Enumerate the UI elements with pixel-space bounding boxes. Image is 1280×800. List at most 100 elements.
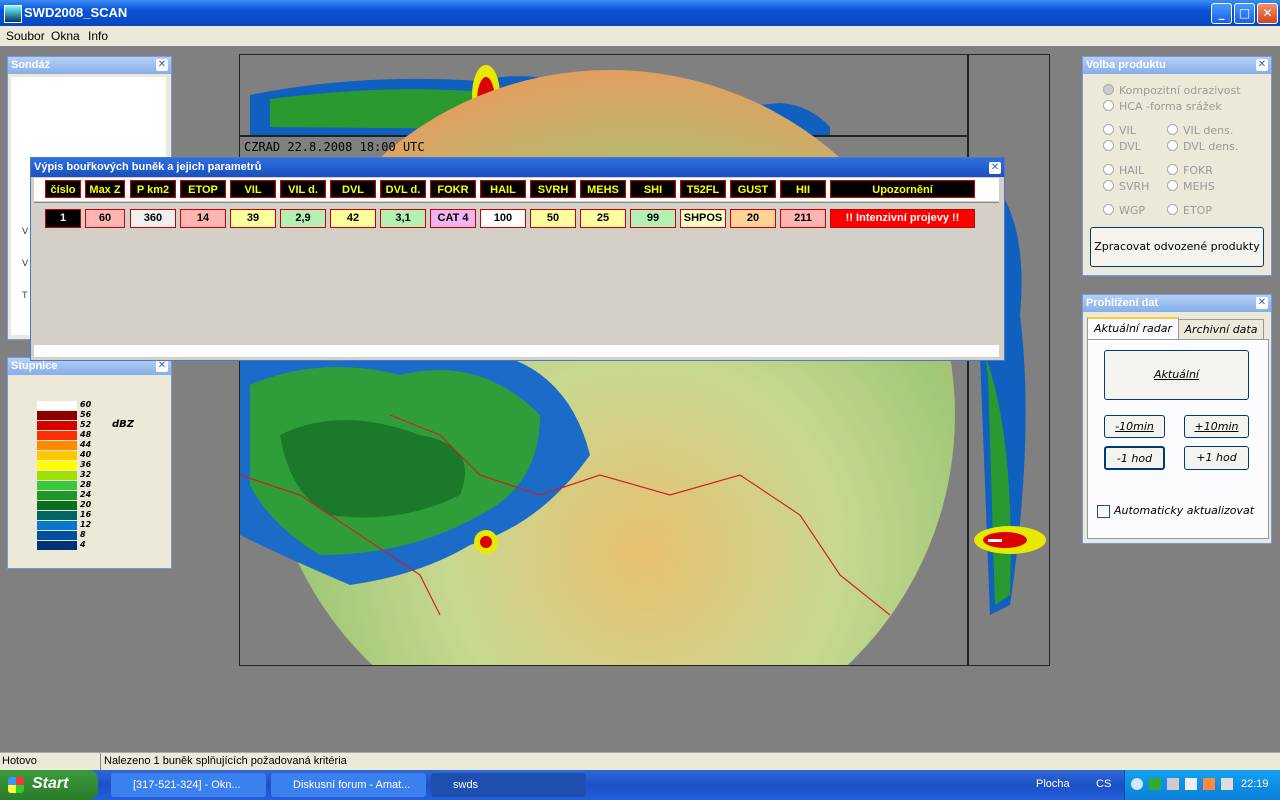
minus-10min-button[interactable]: -10min bbox=[1104, 415, 1165, 438]
radio-fokr[interactable]: FOKR bbox=[1167, 164, 1213, 177]
column-header: HAIL bbox=[480, 180, 526, 198]
language-indicator[interactable]: CS bbox=[1096, 778, 1111, 790]
tray-expand-icon[interactable] bbox=[1131, 778, 1143, 790]
legend-label: 36 bbox=[80, 460, 92, 469]
table-cell: 50 bbox=[530, 209, 576, 228]
legend-swatch bbox=[37, 401, 77, 410]
plus-10min-button[interactable]: +10min bbox=[1184, 415, 1249, 438]
start-button[interactable]: Start bbox=[0, 770, 98, 800]
security-icon[interactable] bbox=[1203, 778, 1215, 790]
radio-etop[interactable]: ETOP bbox=[1167, 204, 1212, 217]
table-cell: 3,1 bbox=[380, 209, 426, 228]
status-right: Nalezeno 1 buněk splňujících požadovaná … bbox=[104, 755, 347, 767]
volume-icon[interactable] bbox=[1221, 778, 1233, 790]
column-header: HII bbox=[780, 180, 826, 198]
process-products-button[interactable]: Zpracovat odvozené produkty bbox=[1090, 227, 1264, 267]
prohlizeni-panel: Prohlížení dat ✕ Aktuální radar Archivní… bbox=[1082, 294, 1272, 544]
legend-swatch bbox=[37, 411, 77, 420]
stupnice-title: Stupnice bbox=[11, 360, 58, 372]
taskbar: Start [317-521-324] - Okn... Diskusní fo… bbox=[0, 770, 1280, 800]
radio-hca[interactable]: HCA -forma srážek bbox=[1103, 100, 1222, 113]
column-header: DVL bbox=[330, 180, 376, 198]
task-firefox[interactable]: Diskusní forum - Amat... bbox=[271, 773, 426, 797]
current-radar-button[interactable]: Aktuální bbox=[1104, 350, 1249, 400]
column-header: FOKR bbox=[430, 180, 476, 198]
radio-label: VIL dens. bbox=[1183, 124, 1234, 137]
task-okno[interactable]: [317-521-324] - Okn... bbox=[111, 773, 266, 797]
plus-1hod-button[interactable]: +1 hod bbox=[1184, 446, 1249, 470]
radio-svrh[interactable]: SVRH bbox=[1103, 180, 1149, 193]
status-left: Hotovo bbox=[2, 755, 37, 767]
column-header: VIL d. bbox=[280, 180, 326, 198]
menu-soubor[interactable]: Soubor bbox=[6, 29, 45, 43]
radio-label: WGP bbox=[1119, 204, 1146, 217]
column-header: SVRH bbox=[530, 180, 576, 198]
prohlizeni-close-icon[interactable]: ✕ bbox=[1256, 297, 1268, 309]
table-cell: 25 bbox=[580, 209, 626, 228]
volba-title: Volba produktu bbox=[1086, 59, 1166, 71]
table-cell: 100 bbox=[480, 209, 526, 228]
table-cell: 360 bbox=[130, 209, 176, 228]
legend-swatch bbox=[37, 461, 77, 470]
legend-label: 48 bbox=[80, 430, 92, 439]
volba-close-icon[interactable]: ✕ bbox=[1256, 59, 1268, 71]
sondaz-header: Sondáž ✕ bbox=[8, 57, 171, 74]
phone-icon[interactable] bbox=[1185, 778, 1197, 790]
table-scroll-strip[interactable] bbox=[34, 345, 999, 357]
tab-aktualni-radar[interactable]: Aktuální radar bbox=[1087, 317, 1179, 341]
legend-swatch bbox=[37, 421, 77, 430]
minimize-button[interactable]: _ bbox=[1211, 3, 1232, 24]
table-cell: 1 bbox=[45, 209, 81, 228]
radio-kompozitni[interactable]: Kompozitní odrazivost bbox=[1103, 84, 1241, 97]
window-title: SWD2008_SCAN bbox=[24, 5, 128, 20]
radio-vil[interactable]: VIL bbox=[1103, 124, 1136, 137]
network-icon[interactable] bbox=[1167, 778, 1179, 790]
stupnice-close-icon[interactable]: ✕ bbox=[156, 360, 168, 372]
radio-label: HCA -forma srážek bbox=[1119, 100, 1222, 113]
dbz-legend: 60 56 52 48 44 40 36 32 28 24 20 16 12 8 4 bbox=[10, 377, 167, 565]
sondaz-close-icon[interactable]: ✕ bbox=[156, 59, 168, 71]
cells-table-close-icon[interactable]: ✕ bbox=[989, 162, 1001, 174]
column-header: MEHS bbox=[580, 180, 626, 198]
close-button[interactable]: ✕ bbox=[1257, 3, 1278, 24]
table-cell: !! Intenzivní projevy !! bbox=[830, 209, 975, 228]
radio-label: SVRH bbox=[1119, 180, 1150, 193]
menu-bar: Soubor Okna Info bbox=[0, 26, 1280, 46]
task-swds[interactable]: swds bbox=[431, 773, 586, 797]
minus-1hod-button[interactable]: -1 hod bbox=[1104, 446, 1165, 470]
windows-logo-icon bbox=[8, 777, 24, 793]
app-icon bbox=[4, 5, 22, 23]
legend-label: 44 bbox=[80, 440, 92, 449]
radio-label: Kompozitní odrazivost bbox=[1119, 84, 1241, 97]
radio-dvl-dens[interactable]: DVL dens. bbox=[1167, 140, 1238, 153]
cells-table-header: Výpis bouřkových buněk a jejich parametr… bbox=[31, 158, 1004, 177]
radio-wgp[interactable]: WGP bbox=[1103, 204, 1145, 217]
legend-label: 60 bbox=[80, 400, 92, 409]
legend-label: 56 bbox=[80, 410, 92, 419]
clock: 22:19 bbox=[1241, 778, 1269, 790]
sondaz-title: Sondáž bbox=[11, 59, 51, 71]
plocha-toolbar[interactable]: Plocha bbox=[1036, 778, 1070, 790]
legend-swatch bbox=[37, 481, 77, 490]
legend-label: 40 bbox=[80, 450, 92, 459]
radio-label: HAIL bbox=[1119, 164, 1145, 177]
window-titlebar: SWD2008_SCAN _ □ ✕ bbox=[0, 0, 1280, 26]
menu-info[interactable]: Info bbox=[88, 29, 108, 43]
radio-dvl[interactable]: DVL bbox=[1103, 140, 1141, 153]
volba-panel: Volba produktu ✕ Kompozitní odrazivost H… bbox=[1082, 56, 1272, 276]
legend-label: 20 bbox=[80, 500, 92, 509]
legend-swatch bbox=[37, 451, 77, 460]
column-header: Upozornění bbox=[830, 180, 975, 198]
column-header: GUST bbox=[730, 180, 776, 198]
radio-mehs[interactable]: MEHS bbox=[1167, 180, 1215, 193]
tab-archivni-data[interactable]: Archivní data bbox=[1178, 319, 1264, 341]
network-icon[interactable] bbox=[1149, 778, 1161, 790]
auto-update-checkbox[interactable] bbox=[1097, 505, 1110, 518]
radio-vil-dens[interactable]: VIL dens. bbox=[1167, 124, 1233, 137]
table-cell: 42 bbox=[330, 209, 376, 228]
radio-hail[interactable]: HAIL bbox=[1103, 164, 1144, 177]
legend-swatch bbox=[37, 441, 77, 450]
maximize-button[interactable]: □ bbox=[1234, 3, 1255, 24]
menu-okna[interactable]: Okna bbox=[51, 29, 80, 43]
table-cell: 99 bbox=[630, 209, 676, 228]
